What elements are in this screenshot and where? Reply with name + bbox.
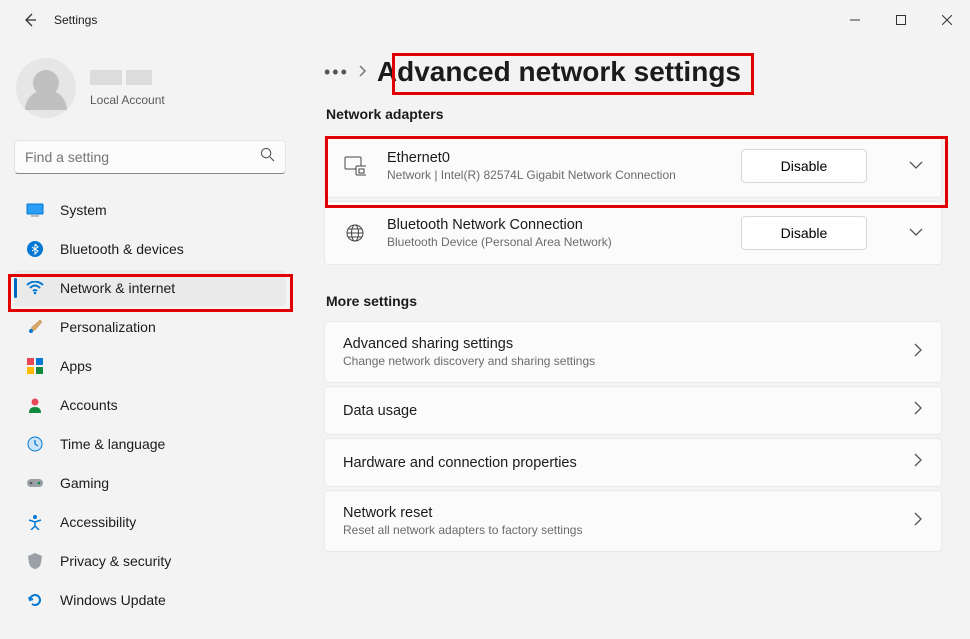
content-area: ••• Advanced network settings Network ad… xyxy=(300,40,970,639)
setting-sub: Reset all network adapters to factory se… xyxy=(343,523,892,537)
maximize-icon xyxy=(896,15,906,25)
adapter-desc: Network | Intel(R) 82574L Gigabit Networ… xyxy=(387,168,721,182)
setting-row-hardware[interactable]: Hardware and connection properties xyxy=(324,438,942,487)
sidebar-item-label: Bluetooth & devices xyxy=(60,241,184,257)
clock-icon xyxy=(26,435,44,453)
more-list: Advanced sharing settings Change network… xyxy=(324,321,942,552)
setting-sub: Change network discovery and sharing set… xyxy=(343,354,892,368)
chevron-right-icon xyxy=(359,65,367,80)
sidebar-item-windowsupdate[interactable]: Windows Update xyxy=(14,582,286,618)
setting-row-networkreset[interactable]: Network reset Reset all network adapters… xyxy=(324,490,942,552)
chevron-right-icon xyxy=(914,512,923,531)
breadcrumb-overflow[interactable]: ••• xyxy=(324,58,349,87)
sidebar-item-label: Gaming xyxy=(60,475,109,491)
wifi-icon xyxy=(26,279,44,297)
setting-label: Advanced sharing settings xyxy=(343,336,892,352)
sidebar-item-label: Time & language xyxy=(60,436,165,452)
sidebar-item-label: Accounts xyxy=(60,397,118,413)
adapter-name: Bluetooth Network Connection xyxy=(387,217,721,233)
nav-list: System Bluetooth & devices Network & int… xyxy=(14,192,286,618)
account-name xyxy=(90,70,165,90)
account-block[interactable]: Local Account xyxy=(14,40,286,136)
sidebar-item-label: Privacy & security xyxy=(60,553,171,569)
adapter-row-ethernet0[interactable]: Ethernet0 Network | Intel(R) 82574L Giga… xyxy=(324,134,942,198)
sidebar-item-accounts[interactable]: Accounts xyxy=(14,387,286,423)
search-icon xyxy=(260,147,275,167)
titlebar: Settings xyxy=(0,0,970,40)
setting-label: Network reset xyxy=(343,505,892,521)
more-heading: More settings xyxy=(326,293,942,309)
chevron-down-icon[interactable] xyxy=(909,157,923,175)
avatar-body-icon xyxy=(25,90,67,110)
sidebar-item-label: Personalization xyxy=(60,319,156,335)
sidebar: Local Account System Bluetooth & devices… xyxy=(0,40,300,639)
sidebar-item-label: Apps xyxy=(60,358,92,374)
page-title: Advanced network settings xyxy=(377,56,741,88)
sidebar-item-system[interactable]: System xyxy=(14,192,286,228)
avatar xyxy=(16,58,76,118)
bluetooth-icon xyxy=(26,240,44,258)
system-icon xyxy=(26,201,44,219)
sidebar-item-personalization[interactable]: Personalization xyxy=(14,309,286,345)
sidebar-item-label: Windows Update xyxy=(60,592,166,608)
chevron-down-icon[interactable] xyxy=(909,224,923,242)
sidebar-item-bluetooth[interactable]: Bluetooth & devices xyxy=(14,231,286,267)
setting-label: Data usage xyxy=(343,403,892,419)
chevron-right-icon xyxy=(914,343,923,362)
chevron-right-icon xyxy=(914,453,923,472)
window-controls xyxy=(832,4,970,36)
chevron-right-icon xyxy=(914,401,923,420)
search-box[interactable] xyxy=(14,140,286,174)
apps-icon xyxy=(26,357,44,375)
account-subtitle: Local Account xyxy=(90,93,165,107)
paintbrush-icon xyxy=(26,318,44,336)
breadcrumb: ••• Advanced network settings xyxy=(324,56,942,88)
sidebar-item-label: System xyxy=(60,202,107,218)
shield-icon xyxy=(26,552,44,570)
setting-label: Hardware and connection properties xyxy=(343,455,892,471)
back-arrow-icon xyxy=(22,12,38,28)
sidebar-item-label: Network & internet xyxy=(60,280,175,296)
sidebar-item-apps[interactable]: Apps xyxy=(14,348,286,384)
window-title: Settings xyxy=(54,13,97,27)
disable-button[interactable]: Disable xyxy=(741,149,867,183)
close-icon xyxy=(942,15,952,25)
sidebar-item-time[interactable]: Time & language xyxy=(14,426,286,462)
adapters-heading: Network adapters xyxy=(326,106,942,122)
adapter-desc: Bluetooth Device (Personal Area Network) xyxy=(387,235,721,249)
adapter-row-bluetooth[interactable]: Bluetooth Network Connection Bluetooth D… xyxy=(324,201,942,265)
sidebar-item-label: Accessibility xyxy=(60,514,136,530)
sidebar-item-accessibility[interactable]: Accessibility xyxy=(14,504,286,540)
sidebar-item-gaming[interactable]: Gaming xyxy=(14,465,286,501)
setting-row-sharing[interactable]: Advanced sharing settings Change network… xyxy=(324,321,942,383)
person-icon xyxy=(26,396,44,414)
globe-icon xyxy=(343,223,367,243)
disable-button[interactable]: Disable xyxy=(741,216,867,250)
sidebar-item-network[interactable]: Network & internet xyxy=(14,270,286,306)
back-button[interactable] xyxy=(10,0,50,40)
close-button[interactable] xyxy=(924,4,970,36)
minimize-button[interactable] xyxy=(832,4,878,36)
adapters-list: Ethernet0 Network | Intel(R) 82574L Giga… xyxy=(324,134,942,265)
search-input[interactable] xyxy=(25,149,260,165)
setting-row-datausage[interactable]: Data usage xyxy=(324,386,942,435)
gamepad-icon xyxy=(26,474,44,492)
ethernet-icon xyxy=(343,156,367,176)
maximize-button[interactable] xyxy=(878,4,924,36)
sidebar-item-privacy[interactable]: Privacy & security xyxy=(14,543,286,579)
minimize-icon xyxy=(850,15,860,25)
accessibility-icon xyxy=(26,513,44,531)
adapter-name: Ethernet0 xyxy=(387,150,721,166)
update-icon xyxy=(26,591,44,609)
